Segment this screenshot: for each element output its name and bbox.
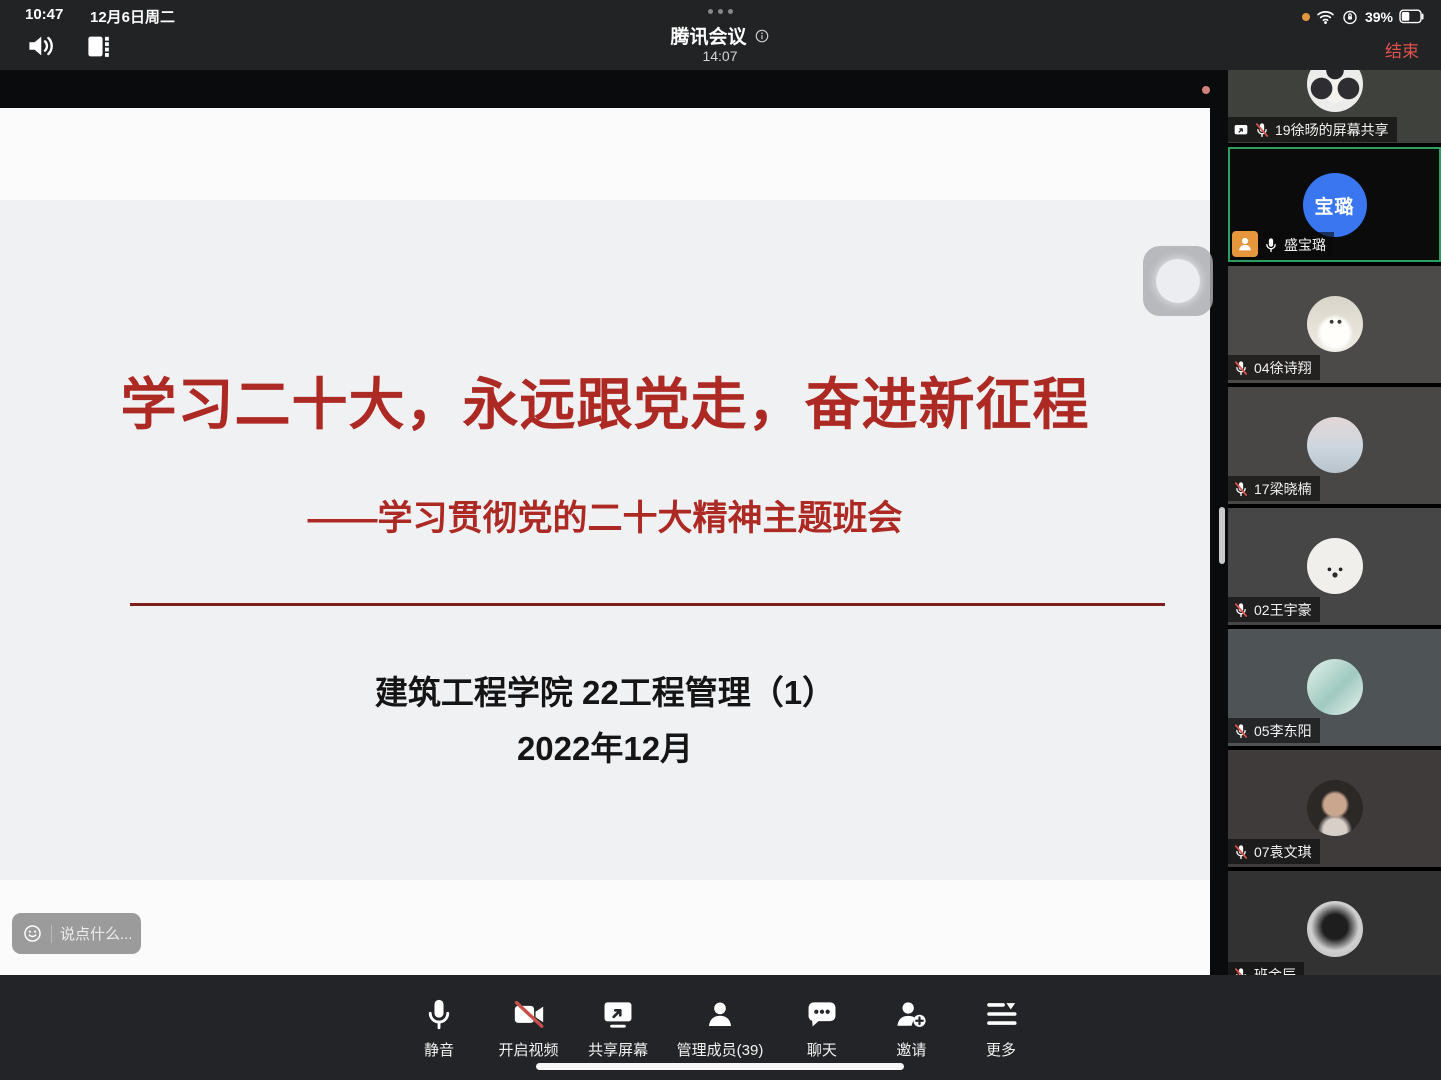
participant-label: 19徐旸的屏幕共享 — [1228, 117, 1397, 142]
start-video-button[interactable]: 开启视频 — [498, 997, 560, 1060]
meeting-duration: 14:07 — [430, 48, 1010, 64]
info-icon[interactable] — [754, 28, 770, 44]
mic-muted-icon — [1233, 481, 1249, 497]
avatar — [1307, 659, 1363, 715]
participant-name: 04徐诗翔 — [1254, 358, 1312, 378]
manage-members-button[interactable]: 管理成员(39) — [677, 997, 764, 1060]
participant-label: 02王宇豪 — [1228, 597, 1320, 622]
system-indicators: 39% — [1302, 7, 1425, 26]
chat-bubble-icon — [805, 997, 839, 1031]
clock-time: 10:47 — [25, 6, 63, 23]
avatar-initials: 宝璐 — [1314, 192, 1354, 219]
participant-name: 05李东阳 — [1254, 721, 1312, 741]
home-indicator[interactable] — [536, 1063, 904, 1070]
share-screen-button[interactable]: 共享屏幕 — [587, 997, 649, 1060]
mic-muted-icon — [1233, 844, 1249, 860]
avatar — [1307, 901, 1363, 957]
avatar — [1307, 296, 1363, 352]
bottom-toolbar: 静音 开启视频 共享屏幕 管理成员(39) 聊天 邀请 — [0, 975, 1441, 1080]
participant-name: 班金辰 — [1254, 965, 1296, 976]
more-menu-icon — [984, 997, 1018, 1031]
participant-tile[interactable]: 班金辰 — [1228, 871, 1441, 975]
shared-screen-area: 学习二十大，永远跟党走，奋进新征程 ——学习贯彻党的二十大精神主题班会 建筑工程… — [0, 70, 1228, 975]
grabber-dots-icon[interactable] — [430, 9, 1010, 14]
layout-switch-icon[interactable] — [85, 33, 112, 60]
wifi-icon — [1316, 7, 1335, 26]
participants-sidebar: 19徐旸的屏幕共享 宝璐 盛宝璐 04徐诗翔 — [1228, 70, 1441, 975]
speaker-icon[interactable] — [25, 31, 55, 61]
mic-on-icon — [1263, 237, 1279, 253]
slide-divider-line — [130, 603, 1165, 606]
mic-muted-icon — [1233, 360, 1249, 376]
status-bar: 10:47 12月6日周二 腾讯会议 14:07 39% 结束 — [0, 0, 1441, 70]
participant-name: 19徐旸的屏幕共享 — [1275, 120, 1389, 140]
emoji-icon[interactable] — [22, 923, 43, 944]
camera-off-icon — [512, 997, 546, 1031]
avatar — [1307, 417, 1363, 473]
chat-placeholder: 说点什么... — [60, 923, 131, 944]
chat-button[interactable]: 聊天 — [791, 997, 853, 1060]
scrollbar[interactable] — [1219, 507, 1225, 564]
meeting-app-window: 10:47 12月6日周二 腾讯会议 14:07 39% 结束 学习二十大，永远… — [0, 0, 1441, 1080]
chat-input[interactable]: 说点什么... — [12, 913, 141, 954]
battery-percent: 39% — [1365, 9, 1393, 25]
participant-tile[interactable]: 05李东阳 — [1228, 629, 1441, 746]
participant-tile[interactable]: 17梁晓楠 — [1228, 387, 1441, 504]
participant-label: 17梁晓楠 — [1228, 476, 1320, 501]
avatar — [1307, 780, 1363, 836]
battery-icon — [1399, 9, 1425, 24]
participant-label: 05李东阳 — [1228, 718, 1320, 743]
chat-input-divider — [51, 925, 52, 943]
mic-muted-icon — [1254, 122, 1270, 138]
participant-tile[interactable]: 07袁文琪 — [1228, 750, 1441, 867]
participant-name: 17梁晓楠 — [1254, 479, 1312, 499]
participant-name: 盛宝璐 — [1284, 235, 1326, 255]
screen-share-icon — [1233, 122, 1249, 138]
mic-icon — [422, 997, 456, 1031]
assistive-touch-button[interactable] — [1143, 246, 1213, 316]
invite-person-icon — [894, 997, 928, 1031]
privacy-indicator-dot — [1302, 13, 1310, 21]
slide-date-line: 2022年12月 — [0, 722, 1210, 770]
participant-tile[interactable]: 02王宇豪 — [1228, 508, 1441, 625]
clock-date: 12月6日周二 — [90, 6, 175, 27]
mic-muted-icon — [1233, 602, 1249, 618]
avatar: 宝璐 — [1303, 173, 1367, 237]
participant-label: 07袁文琪 — [1228, 839, 1320, 864]
avatar — [1307, 70, 1363, 112]
share-screen-icon — [601, 997, 635, 1031]
mute-button[interactable]: 静音 — [408, 997, 470, 1060]
end-meeting-button[interactable]: 结束 — [1385, 37, 1419, 62]
mic-muted-icon — [1233, 723, 1249, 739]
participant-label: 04徐诗翔 — [1228, 355, 1320, 380]
slide-department-line: 建筑工程学院 22工程管理（1） — [0, 666, 1210, 714]
participant-tile-active-speaker[interactable]: 宝璐 盛宝璐 — [1228, 147, 1441, 262]
members-icon — [703, 997, 737, 1031]
orientation-lock-icon — [1341, 8, 1359, 26]
avatar — [1307, 538, 1363, 594]
recording-dot — [1202, 86, 1210, 94]
participant-label: 班金辰 — [1228, 962, 1304, 975]
more-button[interactable]: 更多 — [970, 997, 1032, 1060]
mic-muted-icon — [1233, 967, 1249, 976]
slide-title: 学习二十大，永远跟党走，奋进新征程 — [0, 360, 1210, 441]
person-icon — [1236, 235, 1254, 253]
meeting-title: 腾讯会议 — [670, 22, 746, 49]
host-badge-icon — [1232, 231, 1258, 257]
invite-button[interactable]: 邀请 — [880, 997, 942, 1060]
participant-tile[interactable]: 04徐诗翔 — [1228, 266, 1441, 383]
participant-tile-screen-share[interactable]: 19徐旸的屏幕共享 — [1228, 70, 1441, 143]
participant-label: 盛宝璐 — [1258, 232, 1334, 257]
participant-name: 07袁文琪 — [1254, 842, 1312, 862]
slide-subtitle: ——学习贯彻党的二十大精神主题班会 — [0, 490, 1210, 541]
participant-name: 02王宇豪 — [1254, 600, 1312, 620]
